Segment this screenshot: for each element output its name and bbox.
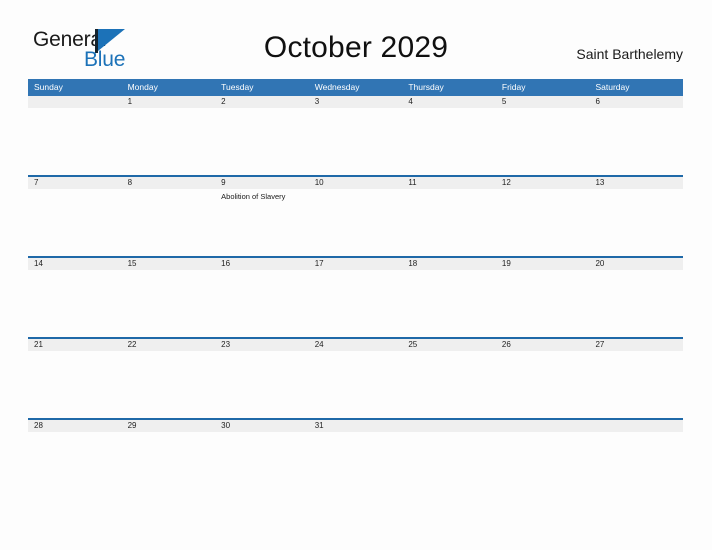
day-cell[interactable] (28, 351, 122, 418)
day-number[interactable]: 22 (122, 339, 216, 351)
day-cell[interactable] (122, 189, 216, 256)
day-cell[interactable] (122, 108, 216, 175)
week-body-band (28, 270, 683, 337)
day-cell-empty (402, 432, 496, 499)
day-cell[interactable] (215, 270, 309, 337)
day-cell[interactable] (215, 351, 309, 418)
day-cell[interactable] (309, 189, 403, 256)
day-number[interactable]: 15 (122, 258, 216, 270)
calendar-week-row: 28 29 30 31 (28, 418, 683, 499)
day-cell[interactable] (402, 189, 496, 256)
week-number-band: 123456 (28, 96, 683, 108)
day-header-thursday: Thursday (408, 82, 444, 92)
day-number[interactable]: 6 (589, 96, 683, 108)
calendar-week-row: 21 22 23 24 25 26 27 (28, 337, 683, 418)
day-number[interactable]: 4 (402, 96, 496, 108)
day-cell[interactable] (122, 270, 216, 337)
day-header-monday: Monday (127, 82, 158, 92)
day-number[interactable]: 19 (496, 258, 590, 270)
day-number[interactable]: 31 (309, 420, 403, 432)
day-number[interactable]: 23 (215, 339, 309, 351)
day-cell[interactable] (28, 270, 122, 337)
day-number[interactable]: 13 (589, 177, 683, 189)
day-number[interactable]: 28 (28, 420, 122, 432)
day-cell[interactable] (122, 351, 216, 418)
day-cell[interactable] (309, 432, 403, 499)
day-event: Abolition of Slavery (221, 192, 286, 201)
day-number[interactable]: 25 (402, 339, 496, 351)
week-body-band (28, 351, 683, 418)
day-cell[interactable] (496, 270, 590, 337)
day-number-empty (28, 96, 122, 108)
day-cell[interactable] (496, 351, 590, 418)
day-cell[interactable] (28, 189, 122, 256)
day-cell[interactable]: Abolition of Slavery (215, 189, 309, 256)
calendar-weeks: 1 2 3 4 5 6 7 8 9 10 11 12 13 Abolition of Slavery 14 1… (28, 96, 683, 499)
week-number-band: 14 15 16 17 18 19 20 (28, 256, 683, 270)
day-number[interactable]: 20 (589, 258, 683, 270)
day-number[interactable]: 27 (589, 339, 683, 351)
day-cell[interactable] (589, 270, 683, 337)
day-number[interactable]: 3 (309, 96, 403, 108)
week-number-band: 28 29 30 31 (28, 418, 683, 432)
day-cell-empty (496, 432, 590, 499)
day-number[interactable]: 8 (122, 177, 216, 189)
calendar-week-row: 14 15 16 17 18 19 20 (28, 256, 683, 337)
day-cell[interactable] (589, 189, 683, 256)
day-number[interactable]: 30 (215, 420, 309, 432)
day-number-empty (402, 420, 496, 432)
day-number[interactable]: 17 (309, 258, 403, 270)
day-header-saturday: Saturday (595, 82, 630, 92)
day-cell[interactable] (28, 432, 122, 499)
day-cell[interactable] (402, 108, 496, 175)
day-number[interactable]: 2 (215, 96, 309, 108)
day-number[interactable]: 29 (122, 420, 216, 432)
page-header: General Blue October 2029 Saint Barthele… (0, 0, 712, 78)
day-number[interactable]: 5 (496, 96, 590, 108)
day-number[interactable]: 24 (309, 339, 403, 351)
day-number[interactable]: 7 (28, 177, 122, 189)
day-cell[interactable] (215, 108, 309, 175)
day-number-empty (496, 420, 590, 432)
calendar-week-row: 7 8 9 10 11 12 13 Abolition of Slavery (28, 175, 683, 256)
day-number[interactable]: 16 (215, 258, 309, 270)
day-cell[interactable] (402, 270, 496, 337)
day-cell-empty (28, 108, 122, 175)
week-body-band (28, 432, 683, 499)
day-number[interactable]: 12 (496, 177, 590, 189)
week-body-band: Abolition of Slavery (28, 189, 683, 256)
day-number[interactable]: 18 (402, 258, 496, 270)
week-body-band (28, 108, 683, 175)
day-cell[interactable] (309, 351, 403, 418)
week-number-band: 7 8 9 10 11 12 13 (28, 175, 683, 189)
day-cell[interactable] (589, 108, 683, 175)
day-number[interactable]: 10 (309, 177, 403, 189)
week-number-band: 21 22 23 24 25 26 27 (28, 337, 683, 351)
day-number[interactable]: 9 (215, 177, 309, 189)
day-cell[interactable] (215, 432, 309, 499)
day-cell[interactable] (402, 351, 496, 418)
calendar-week-row: 123456 (28, 96, 683, 175)
day-number[interactable]: 11 (402, 177, 496, 189)
day-cell-empty (589, 432, 683, 499)
day-cell[interactable] (309, 108, 403, 175)
day-number-empty (589, 420, 683, 432)
day-number[interactable]: 26 (496, 339, 590, 351)
day-cell[interactable] (122, 432, 216, 499)
calendar-grid: Sunday Monday Tuesday Wednesday Thursday… (28, 79, 683, 499)
region-label: Saint Barthelemy (576, 46, 683, 62)
day-header-wednesday: Wednesday (314, 82, 360, 92)
day-of-week-header-row: Sunday Monday Tuesday Wednesday Thursday… (28, 79, 683, 96)
day-number[interactable]: 14 (28, 258, 122, 270)
day-header-friday: Friday (501, 82, 526, 92)
day-number[interactable]: 1 (122, 96, 216, 108)
day-cell[interactable] (589, 351, 683, 418)
day-header-tuesday: Tuesday (221, 82, 254, 92)
day-cell[interactable] (496, 108, 590, 175)
day-cell[interactable] (496, 189, 590, 256)
day-cell[interactable] (309, 270, 403, 337)
calendar-page: General Blue October 2029 Saint Barthele… (0, 0, 712, 550)
day-number[interactable]: 21 (28, 339, 122, 351)
day-header-sunday: Sunday (34, 82, 63, 92)
